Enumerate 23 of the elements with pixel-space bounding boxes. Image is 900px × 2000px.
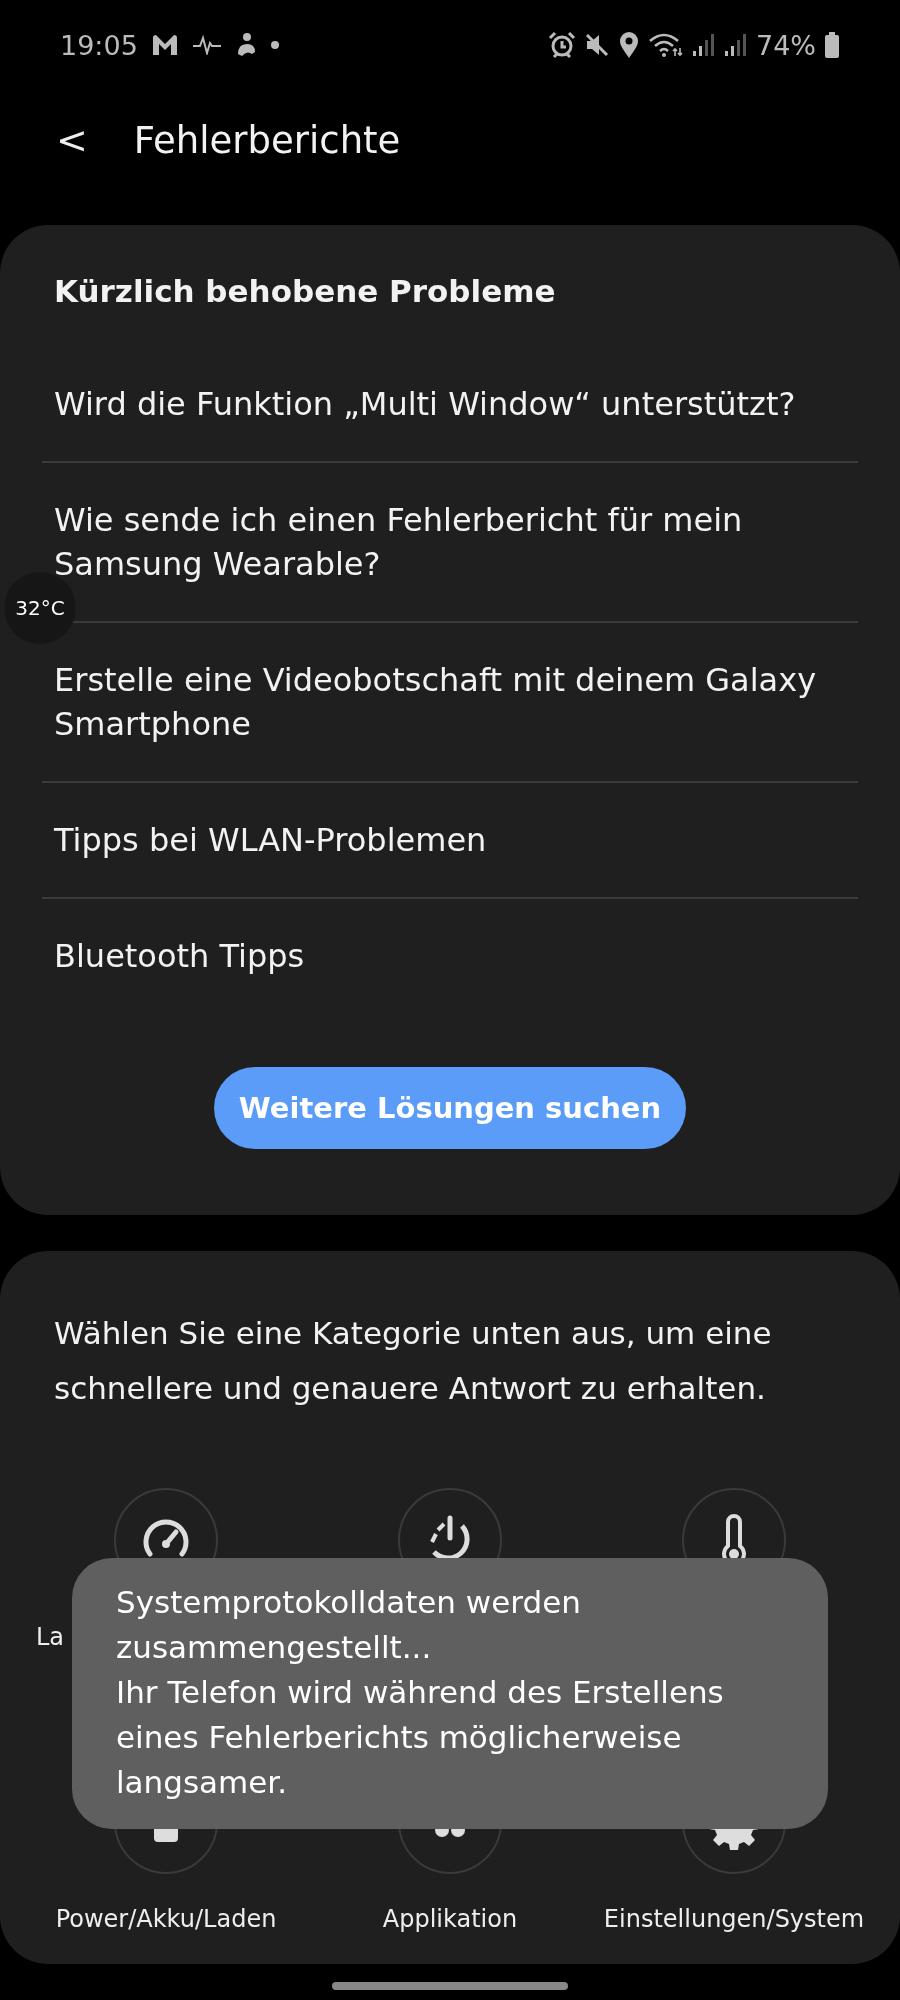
wifi-icon [648, 32, 684, 58]
category-label: Power/Akku/Laden [55, 1904, 277, 1934]
category-label: Applikation [382, 1904, 518, 1934]
issue-link[interactable]: Bluetooth Tipps [42, 899, 858, 1013]
mute-icon [584, 32, 610, 58]
category-label: Einstellungen/System [603, 1904, 865, 1934]
issue-link[interactable]: Wird die Funktion „Multi Window“ unterstützt? [42, 347, 858, 463]
intro-text: Wählen Sie eine Kategorie unten aus, um eine schnellere und genauere Antwort zu erhalten. [53, 1314, 773, 1408]
section-heading: Kürzlich behobene Probleme [53, 273, 557, 311]
battery-icon [824, 31, 840, 59]
dot-icon [269, 40, 280, 50]
status-time: 19:05 [60, 29, 138, 61]
alarm-icon [548, 31, 576, 59]
pulse-icon [191, 35, 222, 55]
status-toast: Systemprotokolldaten werden zusammengestellt... Ihr Telefon wird während des Erstellens eines Fehlerberichts möglicherweise langsamer. [72, 1558, 828, 1829]
location-icon [618, 31, 640, 59]
battery-percent: 74% [756, 29, 816, 61]
category-label: La [36, 1622, 65, 1652]
signal-icon [692, 33, 716, 57]
back-button[interactable]: < [50, 118, 94, 162]
issue-link[interactable]: Tipps bei WLAN-Problemen [42, 783, 858, 899]
signal-icon [724, 33, 748, 57]
screen-title: Fehlerberichte [133, 118, 401, 162]
